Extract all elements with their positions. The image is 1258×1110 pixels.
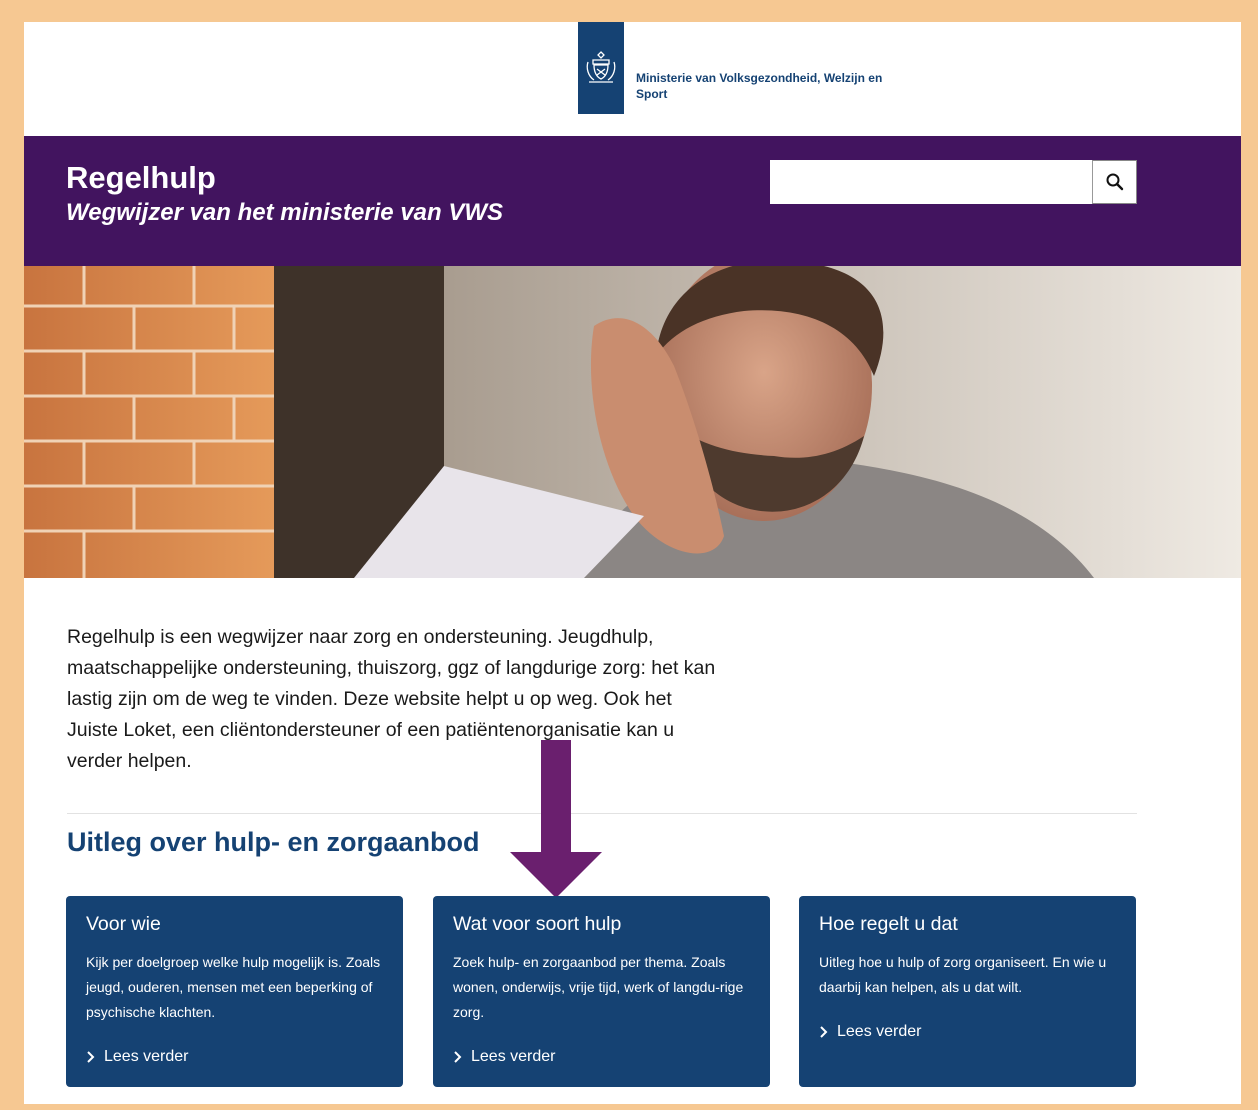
card-voor-wie[interactable]: Voor wie Kijk per doelgroep welke hulp m… [66, 896, 403, 1087]
card-link-lees-verder[interactable]: Lees verder [453, 1048, 556, 1066]
card-text: Kijk per doelgroep welke hulp mogelijk i… [86, 954, 381, 1020]
search-button[interactable] [1092, 160, 1137, 204]
logo-bar: Ministerie van Volksgezondheid, Welzijn … [24, 22, 1241, 136]
rijksoverheid-crest-icon [586, 51, 616, 83]
search-input[interactable] [770, 160, 1092, 204]
card-link-label: Lees verder [837, 1023, 922, 1040]
card-title: Hoe regelt u dat [819, 913, 958, 935]
intro-text: Regelhulp is een wegwijzer naar zorg en … [67, 626, 716, 772]
hero-photo [24, 266, 1241, 578]
site-header: Regelhulp Wegwijzer van het ministerie v… [24, 136, 1241, 266]
card-wat-voor-soort-hulp[interactable]: Wat voor soort hulp Zoek hulp- en zorgaa… [433, 896, 770, 1087]
chevron-right-icon [820, 1026, 828, 1038]
card-link-lees-verder[interactable]: Lees verder [86, 1048, 189, 1066]
card-title: Wat voor soort hulp [453, 913, 622, 935]
card-link-label: Lees verder [471, 1048, 556, 1065]
rijksoverheid-logo[interactable] [578, 22, 624, 114]
down-arrow-annotation [510, 740, 602, 898]
card-title: Voor wie [86, 913, 161, 935]
chevron-right-icon [87, 1051, 95, 1063]
card-link-label: Lees verder [104, 1048, 189, 1065]
card-link-lees-verder[interactable]: Lees verder [819, 1023, 922, 1041]
card-text: Uitleg hoe u hulp of zorg organiseert. E… [819, 954, 1107, 995]
page-frame: Ministerie van Volksgezondheid, Welzijn … [24, 22, 1241, 1104]
card-text: Zoek hulp- en zorgaanbod per thema. Zoal… [453, 954, 744, 1020]
chevron-right-icon [454, 1051, 462, 1063]
search-form [770, 160, 1137, 204]
ministry-name: Ministerie van Volksgezondheid, Welzijn … [636, 71, 883, 101]
divider [67, 813, 1137, 814]
card-hoe-regelt-u-dat[interactable]: Hoe regelt u dat Uitleg hoe u hulp of zo… [799, 896, 1136, 1087]
section-title: Uitleg over hulp- en zorgaanbod [67, 827, 480, 857]
site-title[interactable]: Regelhulp [66, 160, 216, 196]
search-icon [1106, 173, 1123, 191]
hero-image [24, 266, 1241, 578]
site-subtitle: Wegwijzer van het ministerie van VWS [66, 199, 504, 226]
